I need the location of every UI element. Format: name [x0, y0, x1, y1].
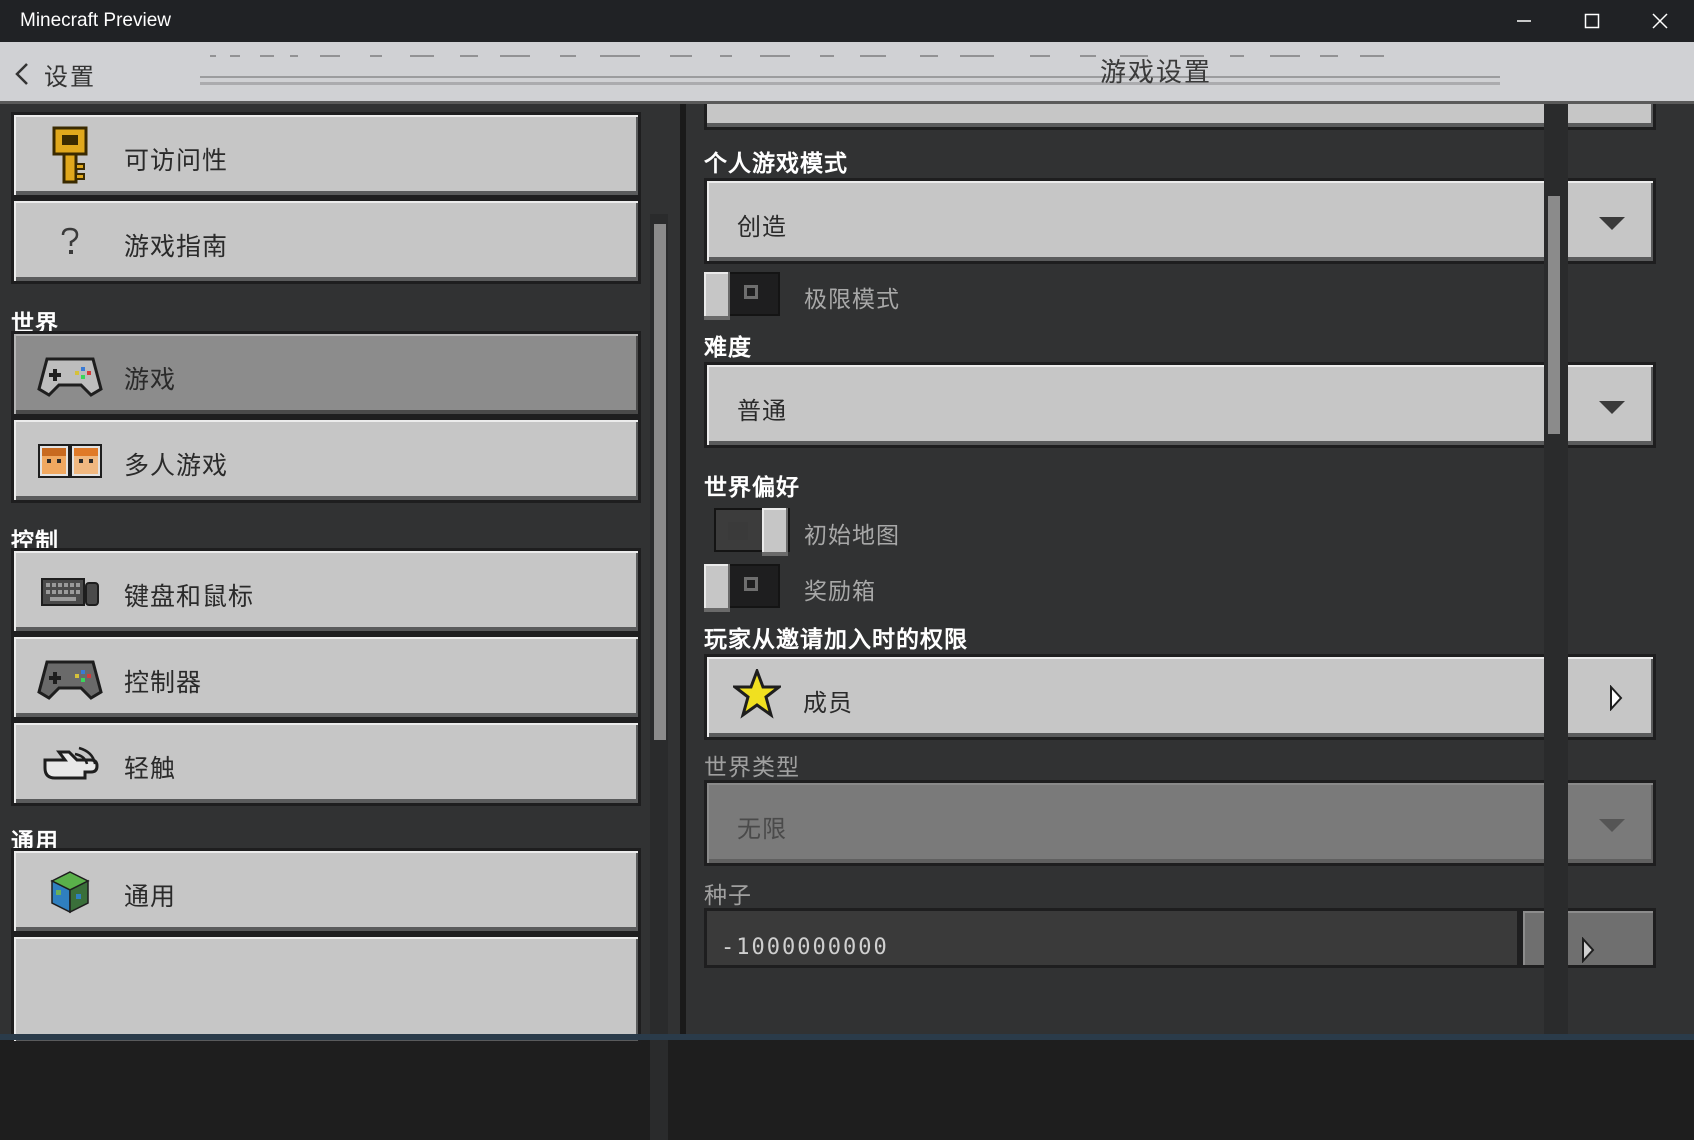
- sidebar-item-label: 通用: [124, 882, 177, 911]
- starting-map-label: 初始地图: [804, 523, 900, 549]
- page-title: 游戏设置: [1100, 58, 1213, 88]
- toggle-on-icon: [728, 522, 748, 540]
- close-icon: [1652, 13, 1668, 29]
- key-icon: [36, 126, 104, 185]
- world-type-label: 世界类型: [704, 755, 800, 781]
- toggle-off-icon: [744, 577, 758, 591]
- header-glitch-pattern: [200, 55, 1500, 85]
- chevron-left-icon: [15, 63, 28, 85]
- sidebar-item-general[interactable]: 通用: [11, 848, 641, 934]
- grass-cube-icon: [36, 863, 104, 921]
- sidebar-item-game-guide[interactable]: 游戏指南: [11, 198, 641, 284]
- sidebar-item-label: 键盘和鼠标: [124, 582, 255, 611]
- controller-icon: [36, 346, 104, 404]
- seed-value: -1000000000: [721, 935, 889, 960]
- hardcore-toggle-row: 极限模式: [704, 272, 1204, 322]
- sidebar-item-partial[interactable]: [11, 934, 641, 1044]
- sidebar-item-label: 控制器: [124, 668, 203, 697]
- chevron-right-icon: [1610, 685, 1623, 711]
- star-icon: [733, 669, 781, 719]
- minimize-button[interactable]: [1490, 0, 1558, 42]
- dropdown-arrow-icon: [1599, 217, 1625, 230]
- settings-header: 设置 游戏设置: [0, 42, 1694, 104]
- difficulty-value: 普通: [737, 397, 787, 425]
- sidebar-item-label: 游戏: [124, 365, 177, 394]
- window-title: Minecraft Preview: [20, 10, 171, 31]
- sidebar-item-controller[interactable]: 控制器: [11, 634, 641, 720]
- personal-game-mode-value: 创造: [737, 213, 787, 241]
- invite-permission-value: 成员: [803, 689, 853, 717]
- sidebar-item-multiplayer[interactable]: 多人游戏: [11, 417, 641, 503]
- sidebar-item-label: 多人游戏: [124, 451, 229, 480]
- dropdown-arrow-icon: [1599, 401, 1625, 414]
- personal-game-mode-dropdown[interactable]: 创造: [704, 178, 1656, 264]
- starting-map-toggle[interactable]: [714, 508, 790, 556]
- sidebar-item-touch[interactable]: 轻触: [11, 720, 641, 806]
- invite-permission-label: 玩家从邀请加入时的权限: [704, 627, 968, 653]
- settings-sidebar: 可访问性 游戏指南 世界 游戏 多人游戏 控制 键盘和鼠标 控制器 轻触 通用 …: [0, 104, 680, 1140]
- toggle-knob: [762, 508, 788, 556]
- sidebar-scrollbar[interactable]: [654, 224, 666, 740]
- personal-game-mode-label: 个人游戏模式: [704, 151, 848, 177]
- sidebar-item-game[interactable]: 游戏: [11, 331, 641, 417]
- bonus-chest-toggle-row: 奖励箱: [704, 564, 1204, 614]
- world-type-dropdown: 无限: [704, 780, 1656, 866]
- previous-field-partial[interactable]: [704, 104, 1656, 130]
- window-titlebar: Minecraft Preview: [0, 0, 1694, 42]
- seed-picker-button[interactable]: [1520, 908, 1656, 968]
- players-icon: [36, 432, 104, 490]
- difficulty-dropdown[interactable]: 普通: [704, 362, 1656, 448]
- minimize-icon: [1517, 20, 1531, 22]
- bonus-chest-toggle[interactable]: [704, 564, 780, 612]
- back-button[interactable]: 设置: [14, 54, 114, 94]
- sidebar-item-keyboard-mouse[interactable]: 键盘和鼠标: [11, 548, 641, 634]
- controller-icon: [36, 649, 104, 707]
- sidebar-item-label: 可访问性: [124, 146, 229, 175]
- question-icon: [36, 213, 104, 271]
- starting-map-toggle-row: 初始地图: [704, 508, 1204, 558]
- sidebar-item-label: 轻触: [124, 754, 177, 783]
- close-button[interactable]: [1626, 0, 1694, 42]
- taskbar-edge: [0, 1034, 1694, 1040]
- toggle-off-icon: [744, 285, 758, 299]
- seed-label: 种子: [704, 883, 752, 909]
- invite-permission-selector[interactable]: 成员: [704, 654, 1656, 740]
- hardcore-toggle[interactable]: [704, 272, 780, 320]
- maximize-icon: [1584, 13, 1600, 29]
- bonus-chest-label: 奖励箱: [804, 579, 876, 605]
- difficulty-label: 难度: [704, 335, 752, 361]
- sidebar-item-label: 游戏指南: [124, 232, 229, 261]
- toggle-knob: [704, 564, 730, 612]
- keyboard-mouse-icon: [36, 563, 104, 621]
- content-scrollbar[interactable]: [1548, 196, 1560, 434]
- dropdown-arrow-icon: [1599, 819, 1625, 832]
- world-type-value: 无限: [737, 815, 787, 843]
- toggle-knob: [704, 272, 730, 320]
- maximize-button[interactable]: [1558, 0, 1626, 42]
- settings-content: 个人游戏模式 创造 极限模式 难度 普通 世界偏好 初始地图 奖励箱 玩家从邀请…: [686, 104, 1694, 1040]
- world-preferences-label: 世界偏好: [704, 475, 800, 501]
- hardcore-label: 极限模式: [804, 287, 900, 313]
- seed-input[interactable]: -1000000000: [704, 908, 1520, 968]
- chevron-right-icon: [1582, 937, 1595, 963]
- back-label: 设置: [44, 62, 96, 91]
- touch-icon: [36, 735, 104, 793]
- sidebar-item-accessibility[interactable]: 可访问性: [11, 112, 641, 198]
